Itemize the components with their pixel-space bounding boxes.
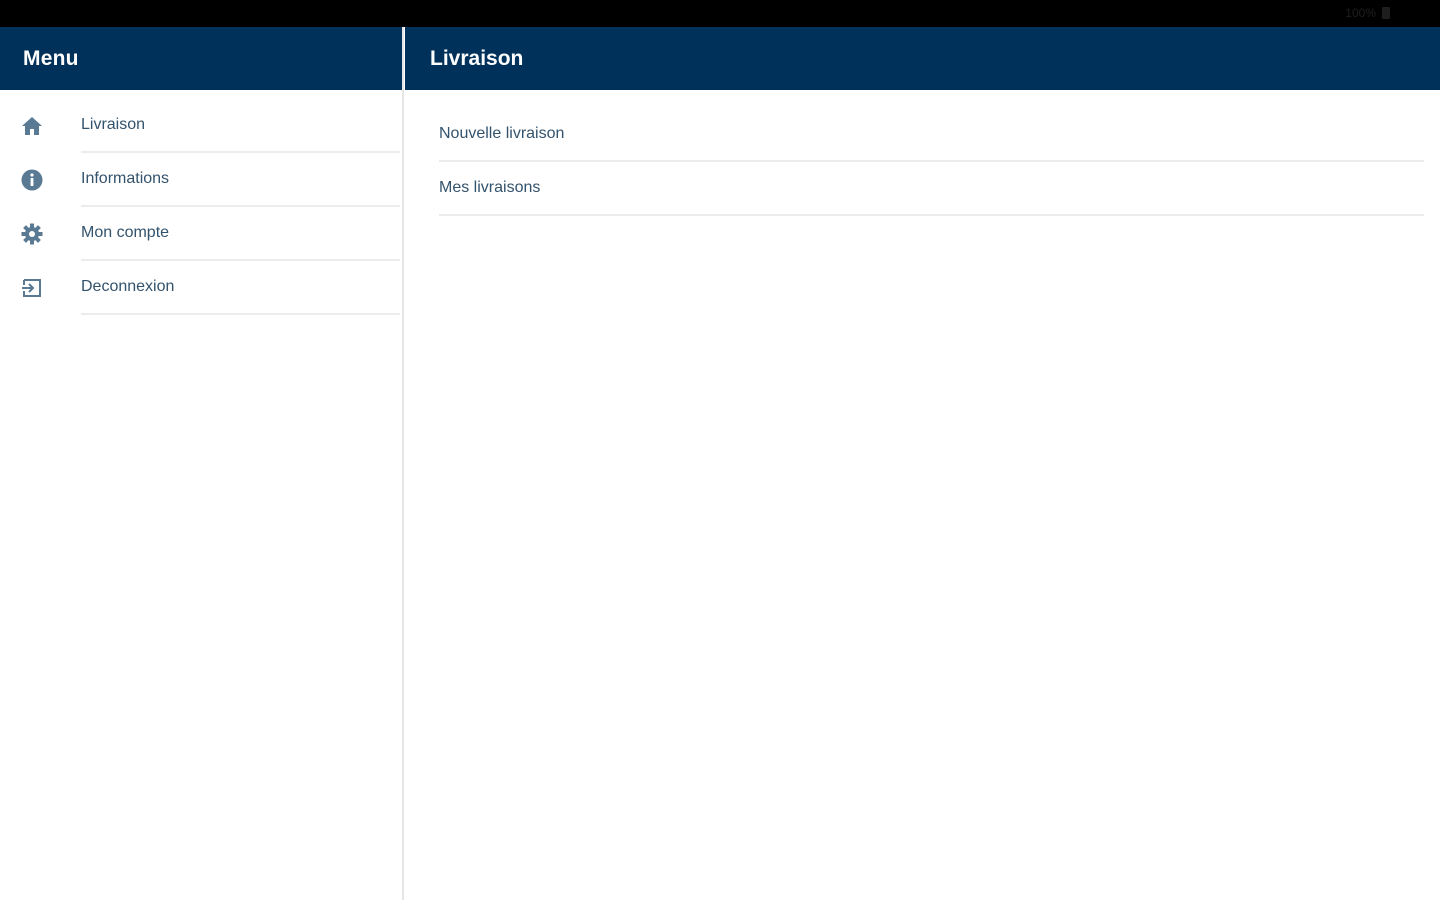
sidebar-item-label: Mon compte [81,224,170,241]
sidebar-menu: Menu Livraison Informations Mon compte D… [0,27,404,900]
sidebar-item-label: Informations [81,170,170,187]
sidebar-item-deconnexion[interactable]: Deconnexion [0,261,402,315]
menu-list: Livraison Informations Mon compte Deconn… [0,99,402,315]
sidebar-header: Menu [0,27,402,90]
home-icon [20,114,44,138]
list-item-label: Mes livraisons [439,179,541,196]
list-item-mes-livraisons[interactable]: Mes livraisons [439,162,1424,216]
list-item-label: Nouvelle livraison [439,125,565,142]
status-indicators: 100% [1345,6,1390,20]
battery-percentage: 100% [1345,6,1376,20]
status-bar: 100% [0,0,1440,27]
sidebar-item-mon-compte[interactable]: Mon compte [0,207,402,261]
sidebar-item-label: Deconnexion [81,278,175,295]
sidebar-item-informations[interactable]: Informations [0,153,402,207]
list-item-nouvelle-livraison[interactable]: Nouvelle livraison [439,108,1424,162]
delivery-options-list: Nouvelle livraison Mes livraisons [439,108,1424,216]
page-title: Livraison [430,46,524,70]
main-header: Livraison [405,27,1440,90]
sidebar-item-livraison[interactable]: Livraison [0,99,402,153]
sidebar-title: Menu [23,46,79,70]
info-icon [20,168,44,192]
logout-icon [20,276,44,300]
sidebar-item-label: Livraison [81,116,146,133]
battery-icon [1382,7,1390,19]
main-panel: Livraison Nouvelle livraison Mes livrais… [405,27,1440,900]
gear-icon [20,222,44,246]
